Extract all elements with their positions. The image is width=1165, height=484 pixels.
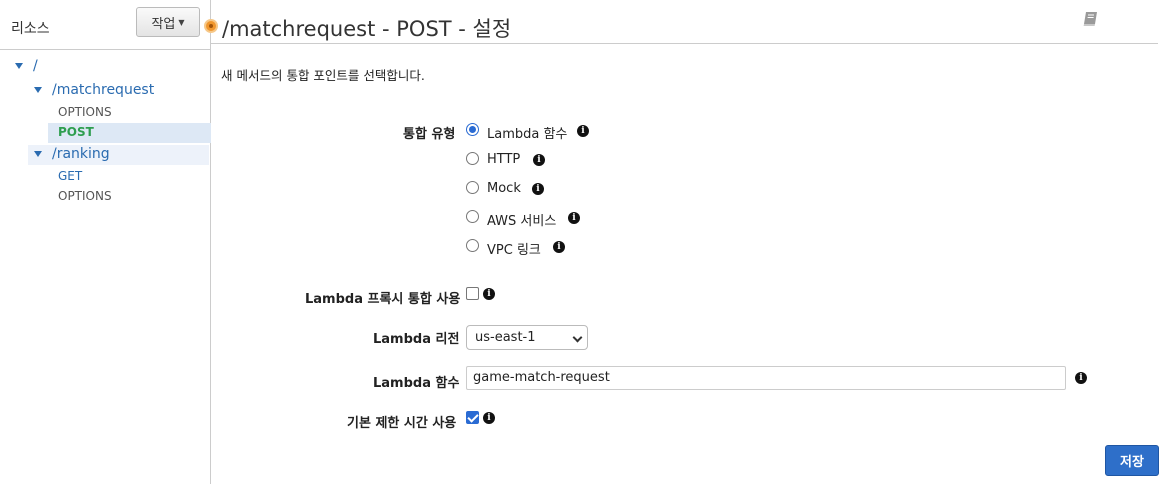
expand-triangle-icon[interactable] [34, 87, 42, 93]
caret-down-icon: ▼ [178, 17, 185, 27]
lambda-function-label: Lambda 함수 [373, 376, 460, 391]
resource-ranking[interactable]: /ranking [52, 146, 110, 162]
option-vpc-link-label[interactable]: VPC 링크 [487, 239, 541, 258]
option-mock-label[interactable]: Mock [487, 181, 521, 196]
info-icon[interactable]: i [568, 212, 580, 224]
sidebar-title: 리소스 [11, 21, 50, 37]
info-icon[interactable]: i [483, 412, 495, 424]
default-timeout-label: 기본 제한 시간 사용 [347, 416, 457, 431]
resource-root[interactable]: / [33, 58, 38, 74]
page-title: /matchrequest - POST - 설정 [222, 17, 512, 41]
default-timeout-checkbox[interactable] [466, 411, 479, 424]
chevron-down-icon [572, 332, 583, 343]
radio-vpc-link[interactable] [466, 239, 479, 252]
status-dot-icon [204, 19, 218, 33]
tree-root[interactable]: / [15, 58, 38, 74]
expand-triangle-icon[interactable] [34, 151, 42, 157]
proxy-integration-label: Lambda 프록시 통합 사용 [305, 292, 461, 307]
info-icon[interactable]: i [532, 183, 544, 195]
actions-button[interactable]: 작업 ▼ [136, 7, 200, 37]
method-options[interactable]: OPTIONS [58, 105, 112, 119]
option-http-label[interactable]: HTTP [487, 152, 520, 167]
info-icon[interactable]: i [577, 125, 589, 137]
tree-item-ranking[interactable]: /ranking [34, 146, 110, 162]
save-button-label: 저장 [1120, 455, 1144, 470]
method-options[interactable]: OPTIONS [58, 189, 112, 203]
sidebar-header: 리소스 작업 ▼ [0, 0, 211, 50]
info-icon[interactable]: i [1075, 372, 1087, 384]
option-lambda-function-label[interactable]: Lambda 함수 [487, 123, 567, 142]
lambda-function-input[interactable]: game-match-request [466, 366, 1066, 390]
actions-button-label: 작업 [151, 16, 176, 32]
lambda-region-label: Lambda 리전 [373, 332, 460, 347]
method-post[interactable]: POST [58, 125, 94, 139]
header-divider [211, 43, 1158, 44]
resource-matchrequest[interactable]: /matchrequest [52, 82, 154, 98]
radio-http[interactable] [466, 152, 479, 165]
book-icon[interactable] [1082, 10, 1100, 28]
save-button[interactable]: 저장 [1105, 445, 1159, 476]
radio-aws-service[interactable] [466, 210, 479, 223]
info-icon[interactable]: i [553, 241, 565, 253]
option-aws-service-label[interactable]: AWS 서비스 [487, 210, 556, 229]
expand-triangle-icon[interactable] [15, 63, 23, 69]
lambda-region-value: us-east-1 [475, 330, 536, 345]
page-description: 새 메서드의 통합 포인트를 선택합니다. [221, 68, 425, 83]
radio-mock[interactable] [466, 181, 479, 194]
tree-item-matchrequest[interactable]: /matchrequest [34, 82, 154, 98]
method-get[interactable]: GET [58, 169, 82, 183]
info-icon[interactable]: i [533, 154, 545, 166]
lambda-region-select[interactable]: us-east-1 [466, 325, 588, 350]
proxy-integration-checkbox[interactable] [466, 287, 479, 300]
radio-lambda-function[interactable] [466, 123, 479, 136]
integration-type-label: 통합 유형 [403, 127, 456, 142]
resources-sidebar: 리소스 작업 ▼ / /matchrequest OPTIONS POST /r… [0, 0, 211, 484]
info-icon[interactable]: i [483, 288, 495, 300]
